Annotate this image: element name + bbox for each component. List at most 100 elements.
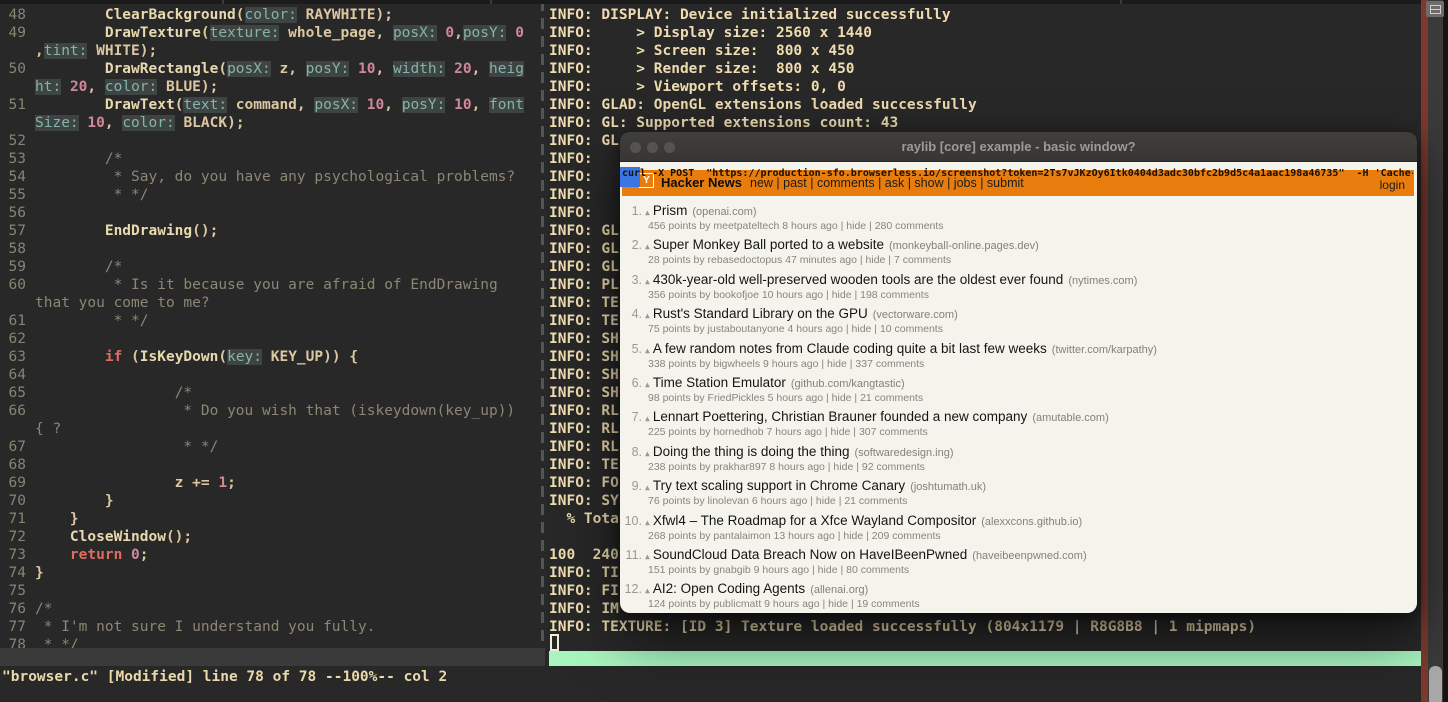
- upvote-arrow-icon: ▲: [645, 208, 650, 217]
- hn-story-title: Try text scaling support in Chrome Canar…: [652, 478, 906, 494]
- terminal-line: INFO: GL: [549, 241, 619, 257]
- hn-story-title: Rust's Standard Library on the GPU: [652, 306, 868, 322]
- hn-story-rank: 11.: [625, 548, 642, 562]
- code-rows: 48 ClearBackground(color: RAYWHITE); 49 D…: [0, 6, 545, 654]
- hn-story-domain: (github.com/kangtastic): [790, 378, 905, 390]
- hn-story-subtext: 76 points by linolevan 6 hours ago | hid…: [648, 495, 908, 508]
- line-number: 77: [8, 619, 26, 635]
- terminal-line: INFO: GLAD: OpenGL extensions loaded suc…: [549, 97, 977, 113]
- code-line: 71 }: [0, 510, 545, 528]
- hn-story-subtext: 238 points by prakhar897 8 hours ago | h…: [648, 460, 925, 473]
- hn-story-title: Lennart Poettering, Christian Brauner fo…: [652, 409, 1028, 425]
- terminal-line: INFO: SH: [549, 385, 619, 401]
- line-number: 49: [8, 25, 26, 41]
- line-number: 58: [8, 241, 26, 257]
- code-line: that you come to me?: [35, 295, 210, 311]
- terminal-line: INFO: SY: [549, 493, 619, 509]
- terminal-line: INFO: SH: [549, 331, 619, 347]
- code-line: 65 /*: [0, 384, 545, 402]
- terminal-line: INFO: TE: [549, 295, 619, 311]
- terminal-line: INFO: PL: [549, 277, 619, 293]
- code-line: { ?: [35, 421, 62, 437]
- code-line: 63 if (IsKeyDown(key: KEY_UP)) {: [0, 348, 545, 366]
- code-line: 66 * Do you wish that (iskeydown(key_up)…: [0, 402, 545, 420]
- hn-story-rank: 8.: [631, 444, 642, 459]
- vim-statusline: [0, 648, 545, 666]
- line-number: 48: [8, 7, 26, 23]
- code-line: 55 * */: [0, 186, 545, 204]
- line-number: 62: [8, 331, 26, 347]
- terminal-line: INFO:: [549, 187, 593, 203]
- zoom-button[interactable]: [664, 142, 675, 153]
- line-number: 57: [8, 223, 26, 239]
- scrollbar-thumb[interactable]: [1429, 666, 1442, 702]
- terminal-line: INFO: TI: [549, 565, 619, 581]
- terminal-line: INFO: FO: [549, 475, 619, 491]
- scrollbar-track[interactable]: [1428, 0, 1443, 702]
- hn-story-subtext: 98 points by FriedPickles 5 hours ago | …: [648, 392, 924, 404]
- hn-story-rank: 12.: [624, 582, 642, 597]
- upvote-arrow-icon: ▲: [645, 345, 650, 355]
- terminal-line: INFO: > Screen size: 800 x 450: [549, 43, 855, 59]
- terminal-line: INFO: RL: [549, 403, 619, 419]
- terminal-line: INFO: GL: [549, 223, 619, 239]
- hn-story-rank: 7.: [631, 410, 642, 425]
- code-line: 72 CloseWindow();: [0, 528, 545, 546]
- hn-story-title: Super Monkey Ball ported to a website: [652, 237, 884, 253]
- raylib-window-titlebar[interactable]: raylib [core] example - basic window?: [620, 132, 1417, 162]
- code-line: 61 * */: [0, 312, 545, 330]
- curl-command-text: curl -X POST "https://production-sfo.bro…: [622, 168, 1413, 179]
- code-line: 62: [0, 330, 545, 348]
- line-number: 50: [8, 61, 26, 77]
- window-split-icon[interactable]: [1426, 1, 1444, 17]
- terminal-line: INFO: GL: [549, 259, 619, 275]
- hn-story-subtext: 28 points by rebasedoctopus 47 minutes a…: [648, 254, 952, 267]
- terminal-line: INFO: SH: [549, 349, 619, 365]
- line-number: 66: [8, 403, 26, 419]
- line-number: 56: [8, 205, 26, 221]
- hn-story-subtext: 268 points by pantalaimon 13 hours ago |…: [648, 529, 941, 542]
- vim-editor-pane[interactable]: 48 ClearBackground(color: RAYWHITE); 49 D…: [0, 0, 545, 702]
- hn-story-row: 8. ▲ Doing the thing is doing the thing (so…: [624, 444, 1413, 478]
- vim-message-line: "browser.c" [Modified] line 78 of 78 --1…: [2, 669, 448, 685]
- code-line: 57 EndDrawing();: [0, 222, 545, 240]
- raylib-window[interactable]: raylib [core] example - basic window? 1.…: [620, 132, 1417, 613]
- terminal-line: INFO: TE: [549, 457, 619, 473]
- line-number: 65: [8, 385, 26, 401]
- hn-story-rank: 10.: [624, 513, 642, 528]
- terminal-line: INFO: > Viewport offsets: 0, 0: [549, 79, 846, 95]
- line-number: 67: [8, 439, 26, 455]
- hn-story-title: AI2: Open Coding Agents: [652, 581, 806, 597]
- code-line: 68: [0, 456, 545, 474]
- terminal-cursor: [550, 634, 559, 651]
- hn-story-rank: 4.: [631, 307, 642, 322]
- hn-story-title: Doing the thing is doing the thing: [652, 443, 850, 459]
- hn-story-row: 7. ▲ Lennart Poettering, Christian Brauner…: [624, 409, 1413, 443]
- desktop-edge: [1443, 0, 1448, 702]
- code-line: 49 DrawTexture(texture: whole_page, posX…: [0, 24, 545, 42]
- hn-story-title: 430k-year-old well-preserved wooden tool…: [652, 271, 1064, 287]
- code-line: 69 z += 1;: [0, 474, 545, 492]
- line-number: 53: [8, 151, 26, 167]
- line-number: 76: [8, 601, 26, 617]
- hn-story-title: Time Station Emulator: [652, 375, 786, 390]
- tmux-pane-separator[interactable]: [541, 0, 544, 648]
- hn-story-rank: 1.: [631, 204, 642, 218]
- code-line: 52: [0, 132, 545, 150]
- hn-story-domain: (vectorware.com): [872, 309, 958, 322]
- upvote-arrow-icon: ▲: [645, 242, 650, 252]
- terminal-line: INFO: TEXTURE: [ID 3] Texture loaded suc…: [549, 619, 1257, 635]
- hn-story-subtext: 456 points by meetpateltech 8 hours ago …: [648, 220, 944, 232]
- code-line: ,tint: WHITE);: [35, 43, 158, 59]
- minimize-button[interactable]: [647, 142, 658, 153]
- hn-story-row: 11. ▲ SoundCloud Data Breach Now on HaveIB…: [624, 547, 1413, 581]
- upvote-arrow-icon: ▲: [645, 552, 650, 561]
- hn-story-row: 1. ▲ Prism (openai.com) 456 points by meetpa…: [624, 203, 1413, 237]
- close-button[interactable]: [630, 142, 641, 153]
- hn-story-row: 3. ▲ 430k-year-old well-preserved wooden t…: [624, 272, 1413, 306]
- line-number: 71: [8, 511, 26, 527]
- hn-story-domain: (amutable.com): [1032, 412, 1109, 425]
- terminal-line: INFO: > Display size: 2560 x 1440: [549, 25, 873, 41]
- hn-story-row: 10. ▲ Xfwl4 – The Roadmap for a Xfce Wayla…: [624, 513, 1413, 547]
- terminal-line: INFO: SH: [549, 367, 619, 383]
